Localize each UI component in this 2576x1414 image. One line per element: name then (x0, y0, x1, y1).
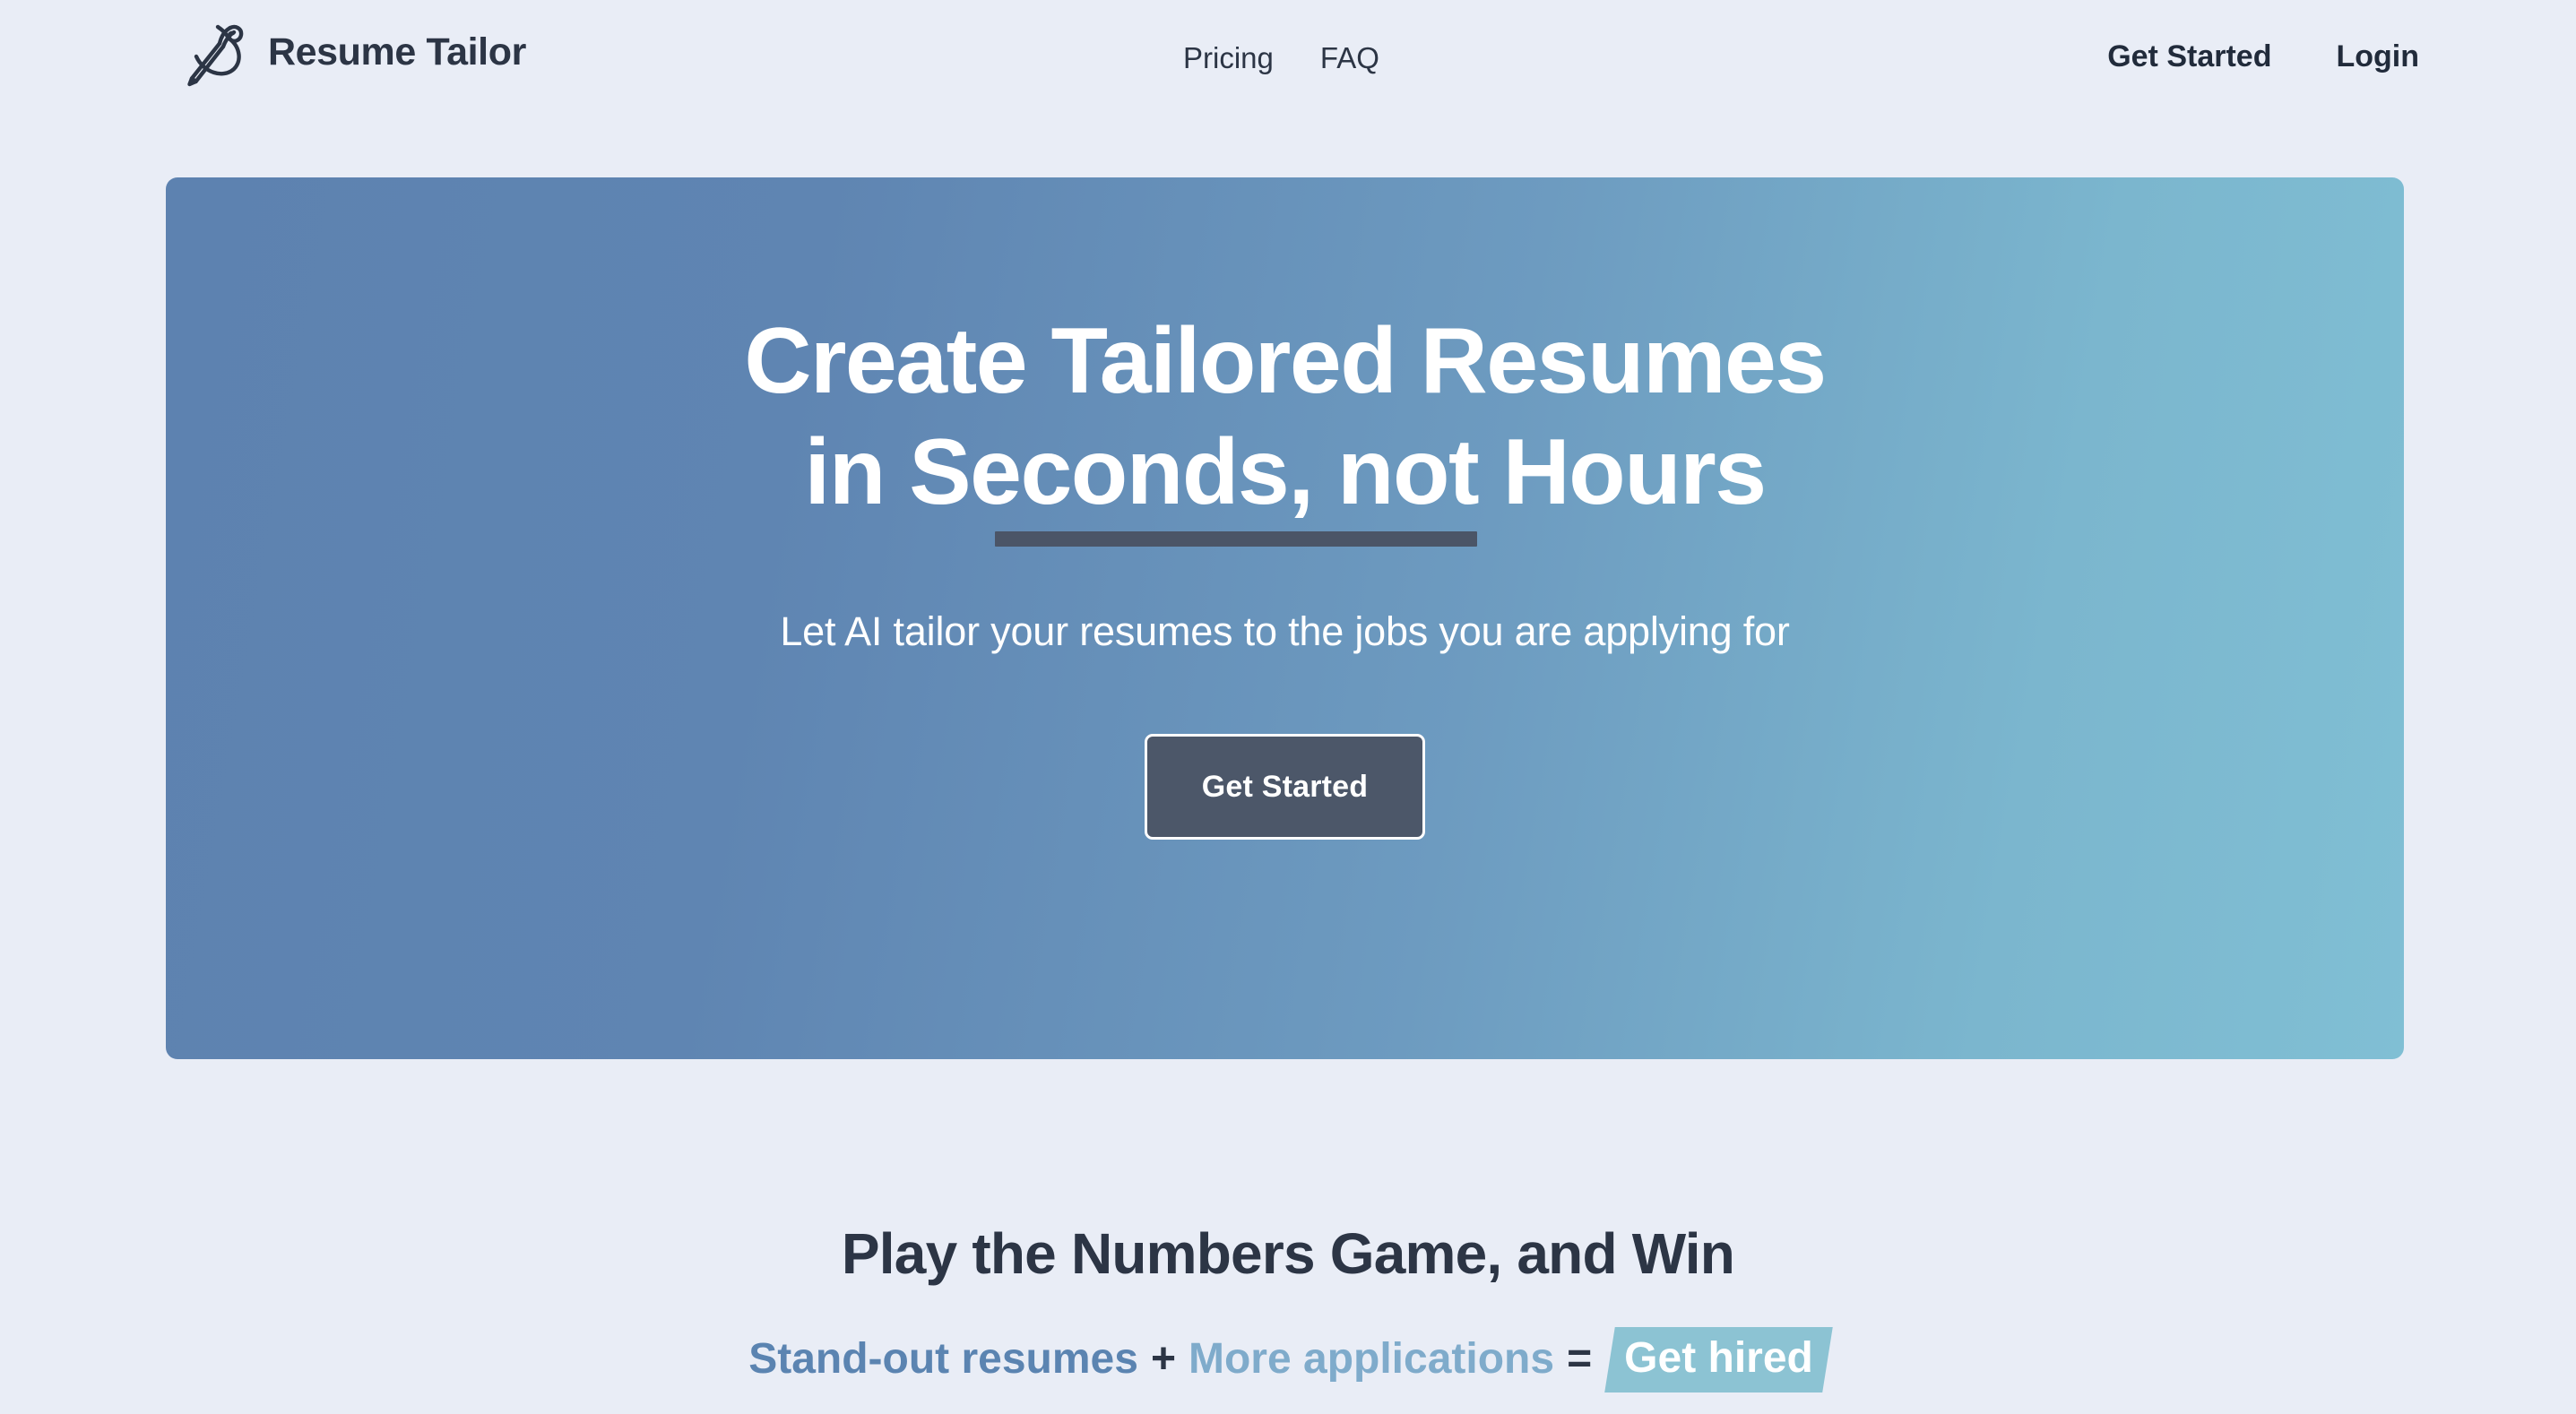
hero-headline: Create Tailored Resumes in Seconds, not … (744, 306, 1827, 547)
hero-content: Create Tailored Resumes in Seconds, not … (166, 177, 2404, 1059)
hero-subtitle: Let AI tailor your resumes to the jobs y… (780, 608, 1790, 654)
formula-equals-operator: = (1567, 1335, 1593, 1384)
site-header: Resume Tailor Pricing FAQ Get Started Lo… (0, 0, 2576, 123)
nav-item-faq[interactable]: FAQ (1320, 41, 1379, 75)
brand-logo[interactable]: Resume Tailor (184, 16, 526, 88)
needle-thread-icon (184, 16, 248, 88)
hero-get-started-button[interactable]: Get Started (1145, 734, 1425, 840)
nav-get-started-link[interactable]: Get Started (2107, 39, 2271, 74)
landing-page: Resume Tailor Pricing FAQ Get Started Lo… (0, 0, 2576, 1414)
numbers-section-title: Play the Numbers Game, and Win (841, 1221, 1735, 1286)
nav-login-link[interactable]: Login (2336, 39, 2419, 74)
headline-underline-bar (995, 530, 1478, 547)
formula-highlight-badge: Get hired (1604, 1327, 1833, 1393)
formula-part-more-applications: More applications (1188, 1335, 1555, 1384)
hero-banner: Create Tailored Resumes in Seconds, not … (166, 177, 2404, 1059)
formula-part-stand-out-resumes: Stand-out resumes (748, 1335, 1138, 1384)
value-formula: Stand-out resumes + More applications = … (748, 1327, 1833, 1393)
main-nav: Pricing FAQ (1183, 41, 1379, 75)
brand-name: Resume Tailor (268, 30, 526, 73)
nav-item-pricing[interactable]: Pricing (1183, 41, 1274, 75)
numbers-section: Play the Numbers Game, and Win Stand-out… (0, 1059, 2576, 1393)
formula-plus-operator: + (1150, 1335, 1176, 1384)
hero-headline-line-1: Create Tailored Resumes (744, 309, 1827, 413)
formula-part-get-hired: Get hired (1624, 1334, 1813, 1383)
hero-headline-line-2: in Seconds, not Hours (804, 419, 1767, 524)
account-nav: Get Started Login (2107, 39, 2419, 74)
